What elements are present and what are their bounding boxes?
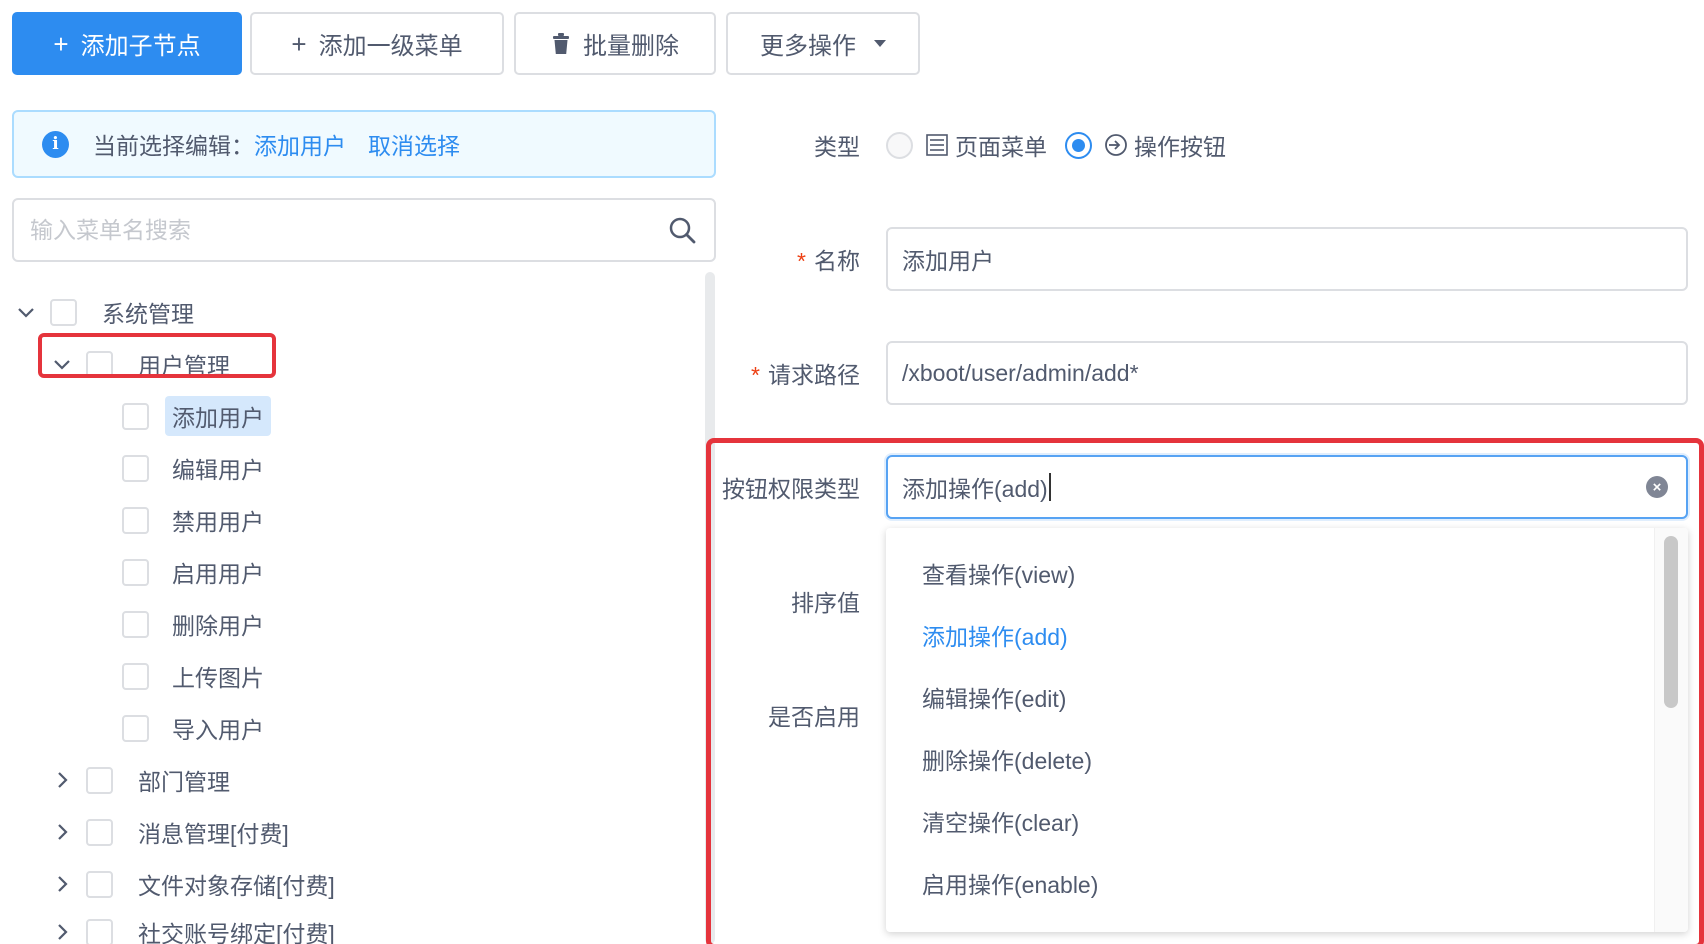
tree-node-edit-user[interactable]: 编辑用户 <box>122 448 271 488</box>
tree-checkbox[interactable] <box>86 918 113 944</box>
add-top-menu-button[interactable]: + 添加一级菜单 <box>250 12 504 75</box>
tree-checkbox[interactable] <box>122 454 149 482</box>
button-permission-type-select[interactable]: 添加操作(add) × <box>886 455 1688 519</box>
chevron-right-icon[interactable] <box>52 874 72 894</box>
chevron-down-icon[interactable] <box>16 302 36 322</box>
selected-node-link[interactable]: 添加用户 <box>254 127 346 161</box>
option-delete[interactable]: 删除操作(delete) <box>922 742 1092 776</box>
chevron-right-icon[interactable] <box>52 822 72 842</box>
tree-scrollbar[interactable] <box>705 272 715 944</box>
add-child-node-button[interactable]: + 添加子节点 <box>12 12 242 75</box>
option-clear[interactable]: 清空操作(clear) <box>922 804 1079 838</box>
chevron-right-icon[interactable] <box>52 770 72 790</box>
request-path-label: * 请求路径 <box>751 362 860 388</box>
tree-node-add-user[interactable]: 添加用户 <box>122 396 271 436</box>
name-input[interactable]: 添加用户 <box>886 227 1688 291</box>
option-view[interactable]: 查看操作(view) <box>922 556 1075 590</box>
chevron-down-icon[interactable] <box>52 354 72 374</box>
tree-node-label: 上传图片 <box>172 665 264 691</box>
tree-checkbox[interactable] <box>122 558 149 586</box>
tree-node-upload-image[interactable]: 上传图片 <box>122 656 271 696</box>
tree-node-file-storage[interactable]: 文件对象存储[付费] <box>52 864 342 904</box>
tree-node-label: 禁用用户 <box>172 509 264 535</box>
tree-node-enable-user[interactable]: 启用用户 <box>122 552 271 592</box>
radio-action-button-label: 操作按钮 <box>1134 134 1226 160</box>
option-edit[interactable]: 编辑操作(edit) <box>922 680 1066 714</box>
tree-node-delete-user[interactable]: 删除用户 <box>122 604 271 644</box>
chevron-right-icon[interactable] <box>52 922 72 942</box>
type-label: 类型 <box>814 134 860 160</box>
menu-search-box <box>12 198 716 262</box>
plus-icon: + <box>291 28 307 59</box>
alert-prefix: 当前选择编辑： <box>93 133 254 159</box>
more-actions-dropdown[interactable]: 更多操作 <box>726 12 920 75</box>
tree-node-label: 系统管理 <box>102 301 194 327</box>
tree-checkbox[interactable] <box>122 610 149 638</box>
request-path-input[interactable]: /xboot/user/admin/add* <box>886 341 1688 405</box>
tree-checkbox[interactable] <box>122 402 149 430</box>
tree-node-import-user[interactable]: 导入用户 <box>122 708 271 748</box>
list-icon <box>926 134 948 156</box>
tree-node-label: 部门管理 <box>138 769 230 795</box>
dropdown-scrollbar-thumb[interactable] <box>1664 536 1678 708</box>
search-icon[interactable] <box>668 216 696 244</box>
radio-page-menu[interactable] <box>886 131 913 159</box>
plus-icon: + <box>53 28 69 59</box>
add-top-menu-label: 添加一级菜单 <box>318 33 463 60</box>
more-actions-label: 更多操作 <box>760 33 856 60</box>
sort-value-label: 排序值 <box>791 590 860 616</box>
button-permission-type-label: 按钮权限类型 <box>722 476 860 502</box>
tree-node-disable-user[interactable]: 禁用用户 <box>122 500 271 540</box>
tree-node-label: 编辑用户 <box>172 457 264 483</box>
add-child-node-label: 添加子节点 <box>80 33 201 60</box>
permission-select-value: 添加操作(add) <box>902 476 1048 502</box>
menu-search-input[interactable] <box>14 200 634 260</box>
tree-node-label: 用户管理 <box>138 353 230 379</box>
permission-type-dropdown: 查看操作(view) 添加操作(add) 编辑操作(edit) 删除操作(del… <box>886 528 1688 932</box>
batch-delete-button[interactable]: 批量删除 <box>514 12 716 75</box>
tree-checkbox[interactable] <box>122 714 149 742</box>
radio-action-button[interactable] <box>1065 131 1092 159</box>
name-label: * 名称 <box>797 248 860 274</box>
radio-page-menu-label: 页面菜单 <box>955 134 1047 160</box>
tree-node-label-selected: 添加用户 <box>165 396 271 436</box>
tree-node-social-binding[interactable]: 社交账号绑定[付费] <box>52 912 342 944</box>
tree-checkbox[interactable] <box>86 350 113 378</box>
tree-checkbox[interactable] <box>50 298 77 326</box>
type-radio-group: 页面菜单 操作按钮 <box>886 128 1226 162</box>
tree-node-label: 消息管理[付费] <box>138 821 289 847</box>
tree-checkbox[interactable] <box>122 662 149 690</box>
tree-node-department[interactable]: 部门管理 <box>52 760 237 800</box>
caret-down-icon <box>874 40 886 47</box>
tree-node-messages[interactable]: 消息管理[付费] <box>52 812 296 852</box>
tree-node-label: 导入用户 <box>172 717 264 743</box>
login-icon <box>1105 134 1127 156</box>
tree-checkbox[interactable] <box>86 870 113 898</box>
tree-node-label: 删除用户 <box>172 613 264 639</box>
tree-node-label: 文件对象存储[付费] <box>138 873 335 899</box>
batch-delete-label: 批量删除 <box>583 33 679 60</box>
trash-icon <box>553 32 569 54</box>
clear-icon[interactable]: × <box>1646 476 1668 498</box>
option-enable[interactable]: 启用操作(enable) <box>922 866 1098 900</box>
text-cursor <box>1048 473 1051 501</box>
current-selection-alert: i 当前选择编辑： 添加用户 取消选择 <box>12 110 716 178</box>
cancel-selection-link[interactable]: 取消选择 <box>368 127 460 161</box>
tree-node-user-management[interactable]: 用户管理 <box>52 344 237 384</box>
option-add[interactable]: 添加操作(add) <box>922 618 1068 652</box>
tree-checkbox[interactable] <box>86 766 113 794</box>
tree-node-system-management[interactable]: 系统管理 <box>16 292 201 332</box>
tree-checkbox[interactable] <box>122 506 149 534</box>
tree-node-label: 启用用户 <box>172 561 264 587</box>
info-icon: i <box>42 130 69 158</box>
tree-checkbox[interactable] <box>86 818 113 846</box>
enabled-label: 是否启用 <box>768 704 860 730</box>
tree-node-label: 社交账号绑定[付费] <box>138 921 335 944</box>
